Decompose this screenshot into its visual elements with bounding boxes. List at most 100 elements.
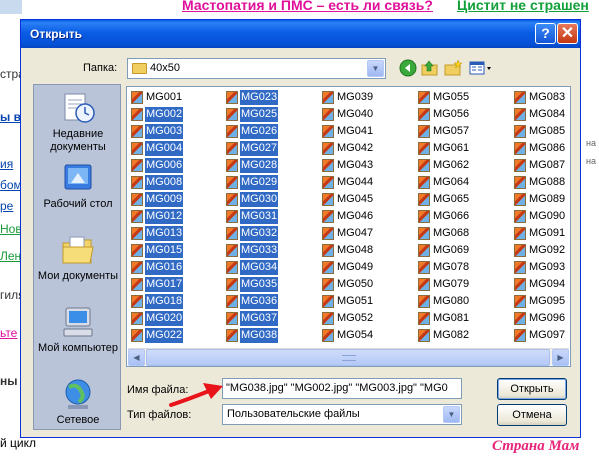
file-item[interactable]: MG049 <box>320 259 415 276</box>
file-item[interactable]: MG050 <box>320 276 415 293</box>
background-link-mastopathy[interactable]: Мастопатия и ПМС – есть ли связь? <box>182 0 433 13</box>
background-fragment[interactable]: ре <box>0 199 13 213</box>
new-folder-icon[interactable] <box>442 59 464 81</box>
background-fragment[interactable]: Нов <box>0 222 22 236</box>
file-item[interactable]: MG027 <box>224 140 319 157</box>
folder-combobox[interactable]: 40x50 ▼ <box>127 58 386 79</box>
background-fragment[interactable]: ы в <box>0 110 21 124</box>
background-fragment[interactable]: ьте <box>0 326 17 340</box>
open-button[interactable]: Открыть <box>497 378 567 400</box>
file-item[interactable]: MG082 <box>416 327 511 344</box>
file-item[interactable]: MG079 <box>416 276 511 293</box>
file-item[interactable]: MG029 <box>224 174 319 191</box>
view-menu-icon[interactable] <box>467 59 495 81</box>
file-item[interactable]: MG081 <box>416 310 511 327</box>
file-item[interactable]: MG025 <box>224 106 319 123</box>
file-item[interactable]: MG035 <box>224 276 319 293</box>
file-item[interactable]: MG047 <box>320 225 415 242</box>
file-item[interactable]: MG002 <box>129 106 224 123</box>
file-item[interactable]: MG093 <box>512 259 570 276</box>
file-item[interactable]: MG040 <box>320 106 415 123</box>
file-item[interactable]: MG043 <box>320 157 415 174</box>
help-button[interactable]: ? <box>535 23 556 44</box>
file-item[interactable]: MG008 <box>129 174 224 191</box>
file-item[interactable]: MG056 <box>416 106 511 123</box>
background-fragment[interactable]: ия <box>0 157 13 171</box>
file-item[interactable]: MG083 <box>512 89 570 106</box>
file-item[interactable]: MG061 <box>416 140 511 157</box>
file-item[interactable]: MG018 <box>129 293 224 310</box>
background-link-cystitis[interactable]: Цистит не страшен <box>457 0 589 13</box>
back-icon[interactable] <box>397 59 419 81</box>
file-item[interactable]: MG086 <box>512 140 570 157</box>
file-item[interactable]: MG054 <box>320 327 415 344</box>
file-item[interactable]: MG068 <box>416 225 511 242</box>
file-item[interactable]: MG051 <box>320 293 415 310</box>
file-item[interactable]: MG080 <box>416 293 511 310</box>
file-item[interactable]: MG030 <box>224 191 319 208</box>
file-item[interactable]: MG078 <box>416 259 511 276</box>
file-item[interactable]: MG016 <box>129 259 224 276</box>
file-item[interactable]: MG015 <box>129 242 224 259</box>
chevron-down-icon[interactable]: ▼ <box>443 406 460 423</box>
file-item[interactable]: MG001 <box>129 89 224 106</box>
place-my-computer[interactable]: Мой компьютер <box>34 305 122 355</box>
file-item[interactable]: MG045 <box>320 191 415 208</box>
file-item[interactable]: MG065 <box>416 191 511 208</box>
file-item[interactable]: MG042 <box>320 140 415 157</box>
file-item[interactable]: MG087 <box>512 157 570 174</box>
cancel-button[interactable]: Отмена <box>497 404 567 426</box>
file-item[interactable]: MG034 <box>224 259 319 276</box>
scrollbar-thumb[interactable] <box>146 349 550 366</box>
file-item[interactable]: MG048 <box>320 242 415 259</box>
file-item[interactable]: MG020 <box>129 310 224 327</box>
file-item[interactable]: MG013 <box>129 225 224 242</box>
file-item[interactable]: MG084 <box>512 106 570 123</box>
file-item[interactable]: MG003 <box>129 123 224 140</box>
file-item[interactable]: MG038 <box>224 327 319 344</box>
file-item[interactable]: MG069 <box>416 242 511 259</box>
file-item[interactable]: MG085 <box>512 123 570 140</box>
file-item[interactable]: MG089 <box>512 191 570 208</box>
file-item[interactable]: MG062 <box>416 157 511 174</box>
file-item[interactable]: MG017 <box>129 276 224 293</box>
file-item[interactable]: MG066 <box>416 208 511 225</box>
file-item[interactable]: MG055 <box>416 89 511 106</box>
file-item[interactable]: MG012 <box>129 208 224 225</box>
dialog-titlebar[interactable]: Открыть ? ✕ <box>21 20 580 48</box>
file-item[interactable]: MG006 <box>129 157 224 174</box>
file-item[interactable]: MG009 <box>129 191 224 208</box>
scroll-right-icon[interactable]: ▶ <box>552 349 569 366</box>
scroll-left-icon[interactable]: ◀ <box>128 349 145 366</box>
file-item[interactable]: MG037 <box>224 310 319 327</box>
file-item[interactable]: MG022 <box>129 327 224 344</box>
file-item[interactable]: MG046 <box>320 208 415 225</box>
up-folder-icon[interactable] <box>419 59 441 81</box>
file-item[interactable]: MG039 <box>320 89 415 106</box>
filetype-combobox[interactable]: Пользовательские файлы ▼ <box>222 404 462 425</box>
file-item[interactable]: MG064 <box>416 174 511 191</box>
file-item[interactable]: MG096 <box>512 310 570 327</box>
horizontal-scrollbar[interactable]: ◀ ▶ <box>128 348 569 366</box>
file-item[interactable]: MG095 <box>512 293 570 310</box>
background-fragment[interactable]: бом <box>0 178 22 192</box>
file-item[interactable]: MG088 <box>512 174 570 191</box>
file-item[interactable]: MG026 <box>224 123 319 140</box>
file-item[interactable]: MG032 <box>224 225 319 242</box>
file-item[interactable]: MG041 <box>320 123 415 140</box>
file-item[interactable]: MG052 <box>320 310 415 327</box>
file-list[interactable]: MG001 MG002 MG003 MG004 MG006 MG008 MG009 MG012… <box>126 86 571 367</box>
file-item[interactable]: MG004 <box>129 140 224 157</box>
file-item[interactable]: MG031 <box>224 208 319 225</box>
file-item[interactable]: MG023 <box>224 89 319 106</box>
filename-input[interactable]: "MG038.jpg" "MG002.jpg" "MG003.jpg" "MG0 <box>222 378 462 399</box>
file-item[interactable]: MG090 <box>512 208 570 225</box>
place-network[interactable]: Сетевое <box>34 377 122 427</box>
place-desktop[interactable]: Рабочий стол <box>34 161 122 211</box>
file-item[interactable]: MG044 <box>320 174 415 191</box>
file-item[interactable]: MG028 <box>224 157 319 174</box>
file-item[interactable]: MG091 <box>512 225 570 242</box>
close-button[interactable]: ✕ <box>557 23 578 44</box>
file-item[interactable]: MG092 <box>512 242 570 259</box>
file-item[interactable]: MG097 <box>512 327 570 344</box>
